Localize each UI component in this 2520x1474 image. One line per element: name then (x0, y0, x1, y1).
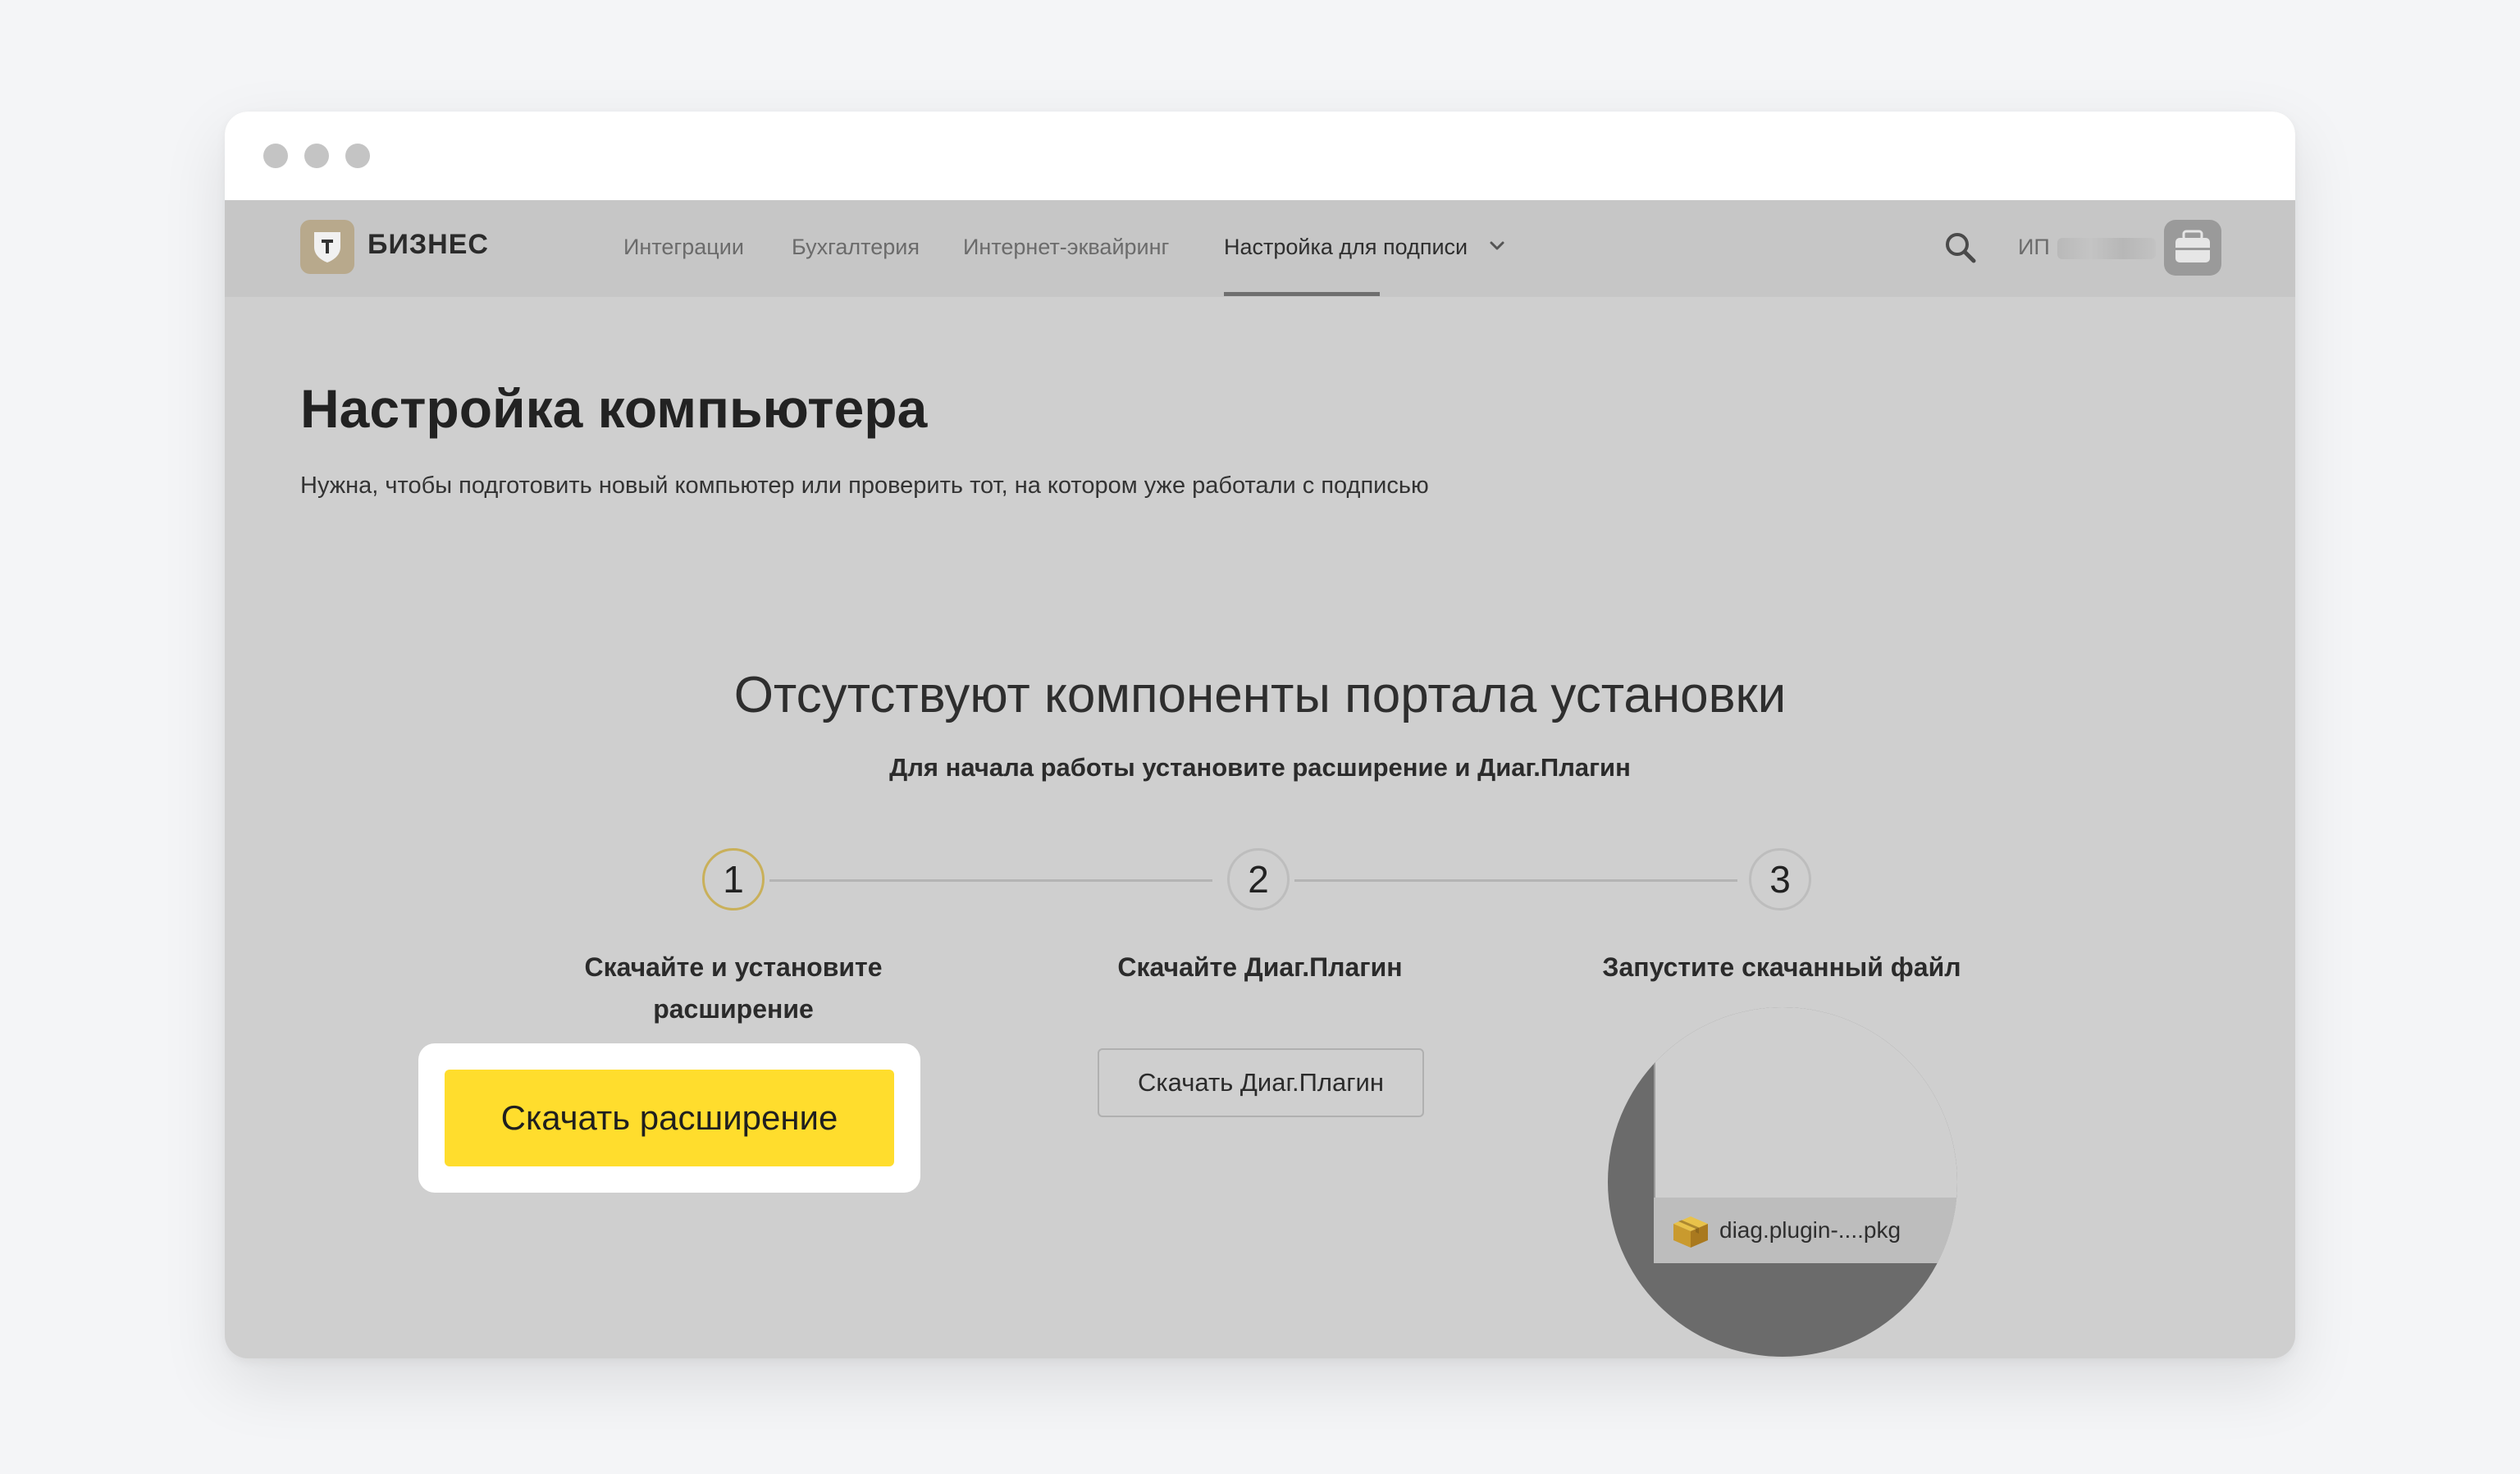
step-2-label-line1: Скачайте Диаг.Плагин (1117, 952, 1403, 982)
step-1-circle: 1 (702, 848, 765, 910)
top-navbar: БИЗНЕС Интеграции Бухгалтерия Интернет-э… (225, 200, 2295, 297)
highlight-box: Скачать расширение (418, 1043, 920, 1193)
download-extension-button[interactable]: Скачать расширение (445, 1070, 894, 1166)
step-3-label: Запустите скачанный файл (1585, 947, 1979, 988)
window-minimize-dot[interactable] (304, 144, 329, 168)
logo-text[interactable]: БИЗНЕС (368, 229, 489, 261)
user-prefix[interactable]: ИП (2018, 235, 2050, 260)
window-maximize-dot[interactable] (345, 144, 370, 168)
logo-badge[interactable] (300, 220, 354, 274)
avatar[interactable] (2164, 220, 2221, 276)
step-2-label: Скачайте Диаг.Плагин (1063, 947, 1457, 988)
step-1-label: Скачайте и установите расширение (536, 947, 930, 1030)
step-3-label-line1: Запустите скачанный файл (1602, 952, 1961, 982)
step-connector-2 (1294, 879, 1737, 882)
step-1-label-line2: расширение (653, 994, 814, 1024)
step-3-circle: 3 (1749, 848, 1811, 910)
chevron-down-icon[interactable] (1488, 236, 1506, 254)
page-background: БИЗНЕС Интеграции Бухгалтерия Интернет-э… (0, 0, 2520, 1474)
downloaded-file-magnifier: diag.plugin-....pkg (1608, 1007, 1957, 1357)
nav-internet-acquiring[interactable]: Интернет-эквайринг (963, 235, 1169, 260)
setup-subtitle: Для начала работы установите расширение … (889, 753, 1631, 782)
setup-title: Отсутствуют компоненты портала установки (733, 667, 1787, 723)
page-title: Настройка компьютера (300, 378, 928, 439)
step-1-label-line1: Скачайте и установите (584, 952, 883, 982)
window-titlebar (225, 112, 2295, 200)
user-name-blurred[interactable] (2057, 238, 2156, 259)
step-connector-1 (769, 879, 1212, 882)
browser-window: БИЗНЕС Интеграции Бухгалтерия Интернет-э… (225, 112, 2295, 1358)
step-2-circle: 2 (1227, 848, 1290, 910)
briefcase-icon (2175, 230, 2210, 262)
logo-shield-icon (314, 232, 340, 262)
nav-active-underline (1224, 292, 1380, 296)
download-diag-plugin-button[interactable]: Скачать Диаг.Плагин (1098, 1048, 1424, 1117)
search-icon[interactable] (1942, 230, 1979, 266)
nav-integrations[interactable]: Интеграции (623, 235, 744, 260)
downloaded-file-item[interactable]: diag.plugin-....pkg (1654, 1198, 1957, 1263)
package-icon (1673, 1216, 1708, 1248)
downloaded-file-name: diag.plugin-....pkg (1719, 1217, 1901, 1243)
nav-signature-setup[interactable]: Настройка для подписи (1224, 235, 1468, 260)
nav-accounting[interactable]: Бухгалтерия (792, 235, 920, 260)
window-close-dot[interactable] (263, 144, 288, 168)
page-subtitle: Нужна, чтобы подготовить новый компьютер… (300, 472, 1429, 499)
